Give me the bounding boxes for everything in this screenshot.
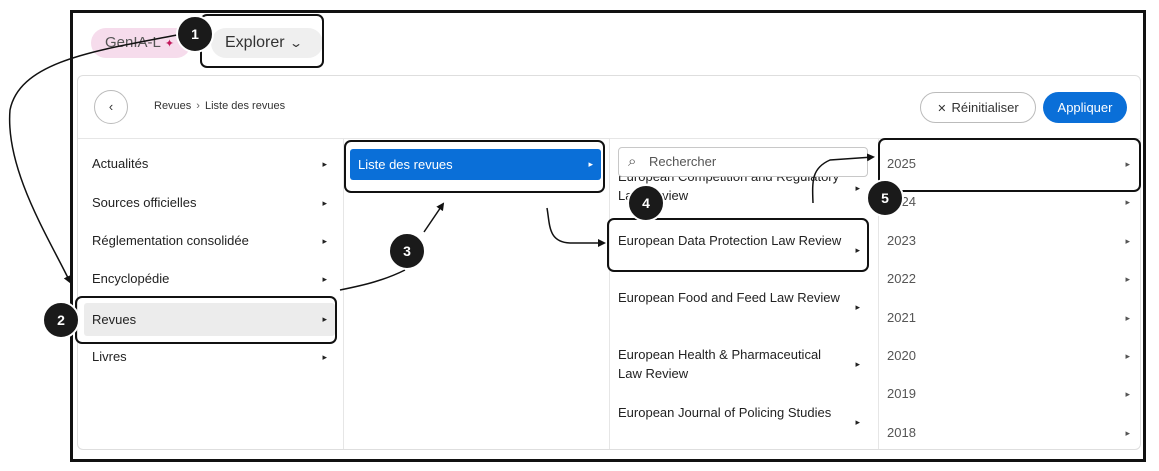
menu-item-label: Actualités: [92, 156, 149, 171]
year-label: 2019: [887, 386, 916, 401]
caret-right-icon: ▸: [1125, 351, 1130, 361]
year-label: 2018: [887, 425, 916, 440]
caret-right-icon: ▸: [322, 352, 327, 362]
caret-right-icon: ▸: [322, 236, 327, 246]
caret-right-icon: ▸: [855, 359, 860, 369]
close-icon: ✕: [937, 103, 947, 115]
menu-item-label: Livres: [92, 349, 127, 364]
highlight-revues: [75, 296, 337, 344]
step-badge: 2: [42, 301, 80, 339]
journal-item[interactable]: European Health & Pharmaceutical Law Rev…: [618, 345, 870, 383]
menu-item-reglementation[interactable]: Réglementation consolidée ▸: [84, 226, 335, 256]
breadcrumb-separator: ›: [196, 100, 200, 112]
search-icon: ⌕: [628, 153, 637, 170]
year-item[interactable]: 2020 ▸: [887, 341, 1134, 371]
caret-right-icon: ▸: [322, 274, 327, 284]
caret-right-icon: ▸: [1125, 313, 1130, 323]
highlight-year-2025: [878, 138, 1141, 192]
caret-right-icon: ▸: [855, 183, 860, 193]
back-button[interactable]: ‹: [94, 90, 128, 124]
step-badge: 3: [388, 232, 426, 270]
year-item[interactable]: 2023 ▸: [887, 226, 1134, 256]
journal-item[interactable]: European Journal of Policing Studies ▸: [618, 403, 870, 427]
menu-item-actualites[interactable]: Actualités ▸: [84, 149, 335, 179]
year-item[interactable]: 2018 ▸: [887, 418, 1134, 448]
menu-item-encyclopedie[interactable]: Encyclopédie ▸: [84, 264, 335, 294]
breadcrumb-item: Liste des revues: [204, 100, 286, 112]
caret-right-icon: ▸: [322, 198, 327, 208]
caret-right-icon: ▸: [855, 302, 860, 312]
year-item[interactable]: 2021 ▸: [887, 303, 1134, 333]
caret-right-icon: ▸: [1125, 274, 1130, 284]
panel-header: ‹ Revues › Liste des revues ✕ Réinitialiser…: [78, 76, 1140, 139]
breadcrumb: Revues › Liste des revues: [154, 100, 285, 112]
year-label: 2020: [887, 348, 916, 363]
caret-right-icon: ▸: [1125, 236, 1130, 246]
caret-right-icon: ▸: [1125, 428, 1130, 438]
breadcrumb-item[interactable]: Revues: [154, 100, 191, 112]
search-placeholder: Rechercher: [649, 154, 717, 169]
genia-label: GenIA-L: [105, 34, 161, 51]
highlight-journal: [607, 218, 869, 272]
menu-item-sources-officielles[interactable]: Sources officielles ▸: [84, 188, 335, 218]
category-column: Actualités ▸ Sources officielles ▸ Régleme…: [78, 139, 344, 449]
year-label: 2021: [887, 310, 916, 325]
menu-item-label: Encyclopédie: [92, 271, 170, 286]
reset-button[interactable]: ✕ Réinitialiser: [920, 92, 1036, 123]
journal-label: European Health & Pharmaceutical Law Rev…: [618, 347, 822, 381]
step-badge: 5: [866, 179, 904, 217]
journal-label: European Food and Feed Law Review: [618, 290, 840, 305]
journal-item[interactable]: European Food and Feed Law Review ▸: [618, 288, 870, 312]
apply-button[interactable]: Appliquer: [1043, 92, 1127, 123]
step-badge: 4: [627, 184, 665, 222]
search-input[interactable]: ⌕ Rechercher: [618, 147, 868, 177]
caret-right-icon: ▸: [1125, 389, 1130, 399]
menu-item-label: Sources officielles: [92, 195, 197, 210]
chevron-left-icon: ‹: [108, 99, 114, 114]
caret-right-icon: ▸: [855, 417, 860, 427]
menu-item-label: Réglementation consolidée: [92, 233, 249, 248]
reset-label: Réinitialiser: [951, 100, 1019, 115]
highlight-liste-des-revues: [344, 140, 605, 193]
caret-right-icon: ▸: [322, 159, 327, 169]
journal-label: European Journal of Policing Studies: [618, 405, 832, 420]
menu-item-livres[interactable]: Livres ▸: [84, 342, 335, 372]
year-item[interactable]: 2022 ▸: [887, 264, 1134, 294]
year-item[interactable]: 2019 ▸: [887, 379, 1134, 409]
step-badge: 1: [176, 15, 214, 53]
sparkle-icon: ✦: [164, 38, 175, 50]
year-label: 2023: [887, 233, 916, 248]
year-label: 2022: [887, 271, 916, 286]
highlight-explorer: [200, 14, 324, 68]
